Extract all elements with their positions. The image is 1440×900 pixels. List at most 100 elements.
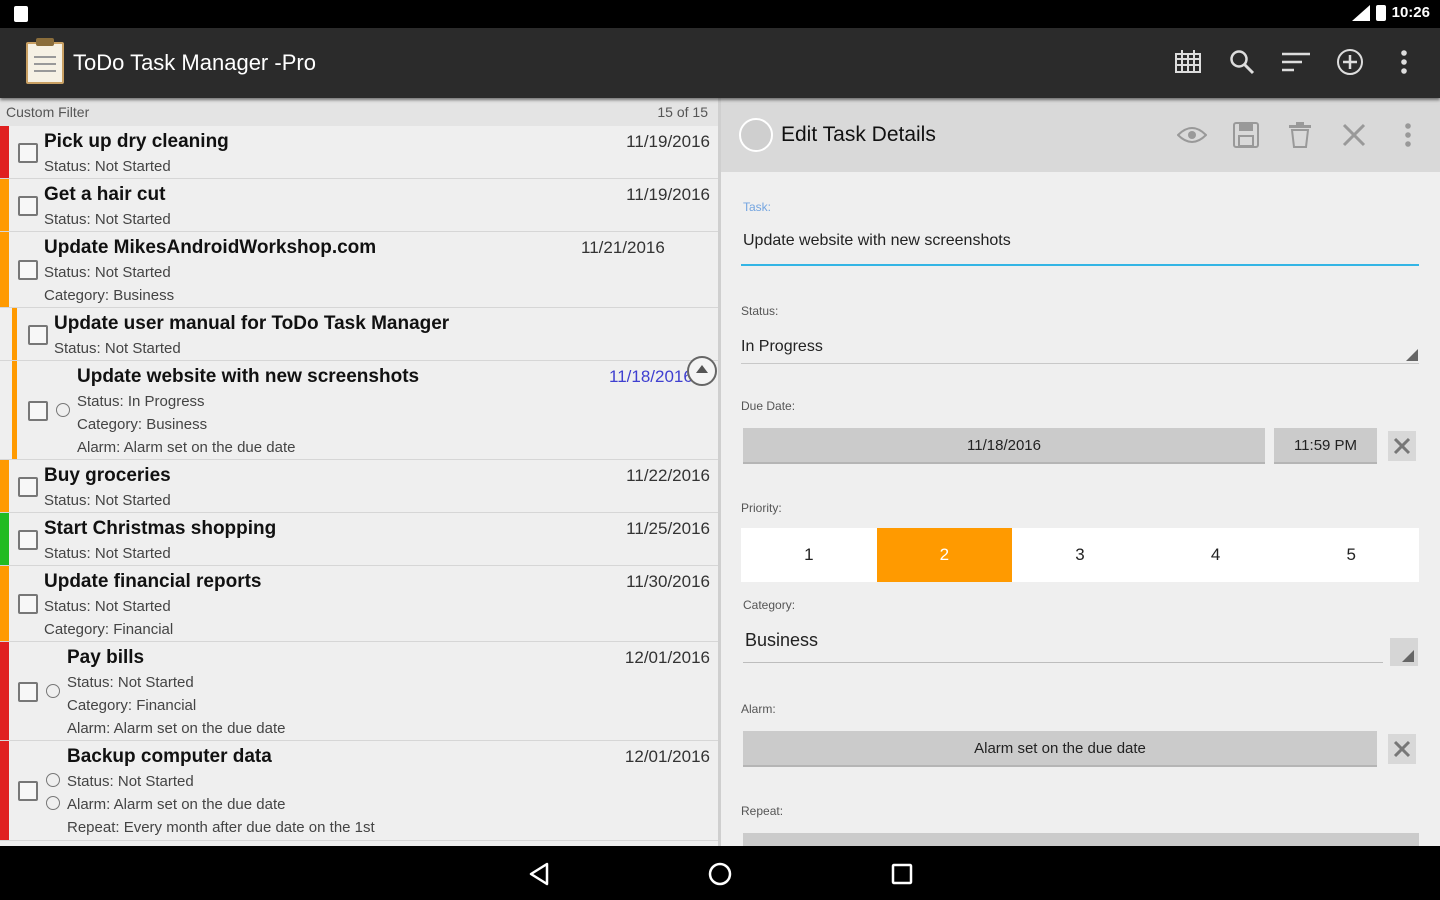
task-title: Backup computer data	[67, 746, 272, 767]
task-row[interactable]: Start Christmas shopping 11/25/2016 Stat…	[0, 513, 718, 566]
task-status: Status: Not Started	[44, 211, 171, 228]
task-title: Buy groceries	[44, 465, 171, 486]
task-checkbox[interactable]	[18, 781, 38, 801]
clear-alarm-icon[interactable]	[1388, 734, 1416, 764]
task-field-label: Task:	[743, 200, 772, 214]
task-alarm: Alarm: Alarm set on the due date	[67, 720, 286, 737]
collapse-subtasks-button[interactable]	[687, 356, 717, 386]
task-category: Category: Financial	[44, 621, 174, 638]
repeat-icon	[46, 773, 60, 787]
task-title: Pick up dry cleaning	[44, 131, 229, 152]
task-title: Update MikesAndroidWorkshop.com	[44, 237, 377, 258]
task-status: Status: Not Started	[44, 598, 171, 615]
due-time-button[interactable]: 11:59 PM	[1274, 428, 1377, 464]
filter-label: Custom Filter	[6, 104, 90, 120]
system-nav-bar	[0, 846, 1440, 900]
detail-title: Edit Task Details	[781, 123, 936, 146]
task-row[interactable]: Update MikesAndroidWorkshop.com 11/21/20…	[0, 232, 718, 308]
category-dropdown-button[interactable]	[1390, 638, 1418, 666]
task-repeat: Repeat: Every month after due date on th…	[67, 819, 375, 836]
calendar-grid-icon[interactable]	[1172, 46, 1204, 78]
task-row[interactable]: Buy groceries 11/22/2016 Status: Not Sta…	[0, 460, 718, 513]
task-checkbox[interactable]	[18, 477, 38, 497]
task-due-date: 11/25/2016	[626, 519, 710, 538]
priority-option-1[interactable]: 1	[741, 528, 877, 582]
status-underline	[741, 363, 1419, 364]
signal-icon	[1351, 4, 1370, 21]
app-title: ToDo Task Manager -Pro	[73, 50, 316, 75]
task-row[interactable]: Pick up dry cleaning 11/19/2016 Status: …	[0, 126, 718, 179]
task-checkbox[interactable]	[18, 196, 38, 216]
task-title: Pay bills	[67, 647, 145, 668]
add-icon[interactable]	[1334, 46, 1366, 78]
clock: 10:26	[1391, 4, 1430, 21]
task-alarm: Alarm: Alarm set on the due date	[67, 796, 286, 813]
due-date-label: Due Date:	[741, 399, 796, 413]
task-row[interactable]: Pay bills 12/01/2016 Status: Not Started…	[0, 642, 718, 741]
task-category: Category: Business	[44, 287, 175, 304]
repeat-button[interactable]	[743, 833, 1419, 846]
priority-option-5[interactable]: 5	[1283, 528, 1419, 582]
search-icon[interactable]	[1226, 46, 1258, 78]
status-spinner[interactable]: In Progress	[741, 338, 1419, 366]
task-count: 15 of 15	[657, 104, 708, 120]
clear-due-date-icon[interactable]	[1388, 431, 1416, 461]
priority-option-4[interactable]: 4	[1148, 528, 1284, 582]
close-icon[interactable]	[1338, 120, 1370, 150]
priority-bar	[0, 361, 9, 459]
task-title: Update financial reports	[44, 571, 262, 592]
priority-bar	[0, 308, 9, 360]
eye-icon[interactable]	[1176, 120, 1208, 150]
task-checkbox[interactable]	[18, 530, 38, 550]
priority-bar	[0, 566, 9, 641]
task-checkbox[interactable]	[18, 682, 38, 702]
filter-bar[interactable]: Custom Filter 15 of 15	[0, 98, 718, 126]
task-row[interactable]: Backup computer data 12/01/2016 Status: …	[0, 741, 718, 841]
dropdown-arrow-icon	[1406, 349, 1418, 361]
home-icon[interactable]	[706, 860, 734, 888]
dropdown-arrow-icon	[1402, 650, 1414, 662]
subtask-indent-bar	[12, 361, 17, 459]
task-row[interactable]: Get a hair cut 11/19/2016 Status: Not St…	[0, 179, 718, 232]
category-spinner[interactable]: Business	[745, 630, 1381, 658]
alarm-button[interactable]: Alarm set on the due date	[743, 731, 1377, 767]
task-checkbox[interactable]	[18, 260, 38, 280]
task-status: Status: Not Started	[67, 674, 194, 691]
task-status: Status: Not Started	[44, 492, 171, 509]
task-checkbox[interactable]	[28, 325, 48, 345]
overflow-menu-icon[interactable]	[1388, 46, 1420, 78]
priority-option-2[interactable]: 2	[876, 528, 1013, 582]
repeat-label: Repeat:	[741, 804, 784, 818]
task-row[interactable]: Update website with new screenshots 11/1…	[0, 361, 718, 460]
task-name-input[interactable]: Update website with new screenshots	[743, 232, 1419, 262]
back-icon[interactable]	[525, 860, 553, 888]
task-status: Status: Not Started	[44, 264, 171, 281]
priority-bar	[0, 232, 9, 307]
task-due-date: 11/18/2016	[609, 367, 693, 386]
battery-icon	[1375, 4, 1386, 21]
task-list-panel: Custom Filter 15 of 15 Pick up dry clean…	[0, 98, 718, 846]
task-checkbox[interactable]	[28, 401, 48, 421]
sort-icon[interactable]	[1280, 46, 1312, 78]
priority-option-3[interactable]: 3	[1012, 528, 1148, 582]
task-status: Status: Not Started	[54, 340, 181, 357]
task-checkbox[interactable]	[18, 143, 38, 163]
detail-header: Edit Task Details	[721, 98, 1440, 172]
task-row[interactable]: Update user manual for ToDo Task Manager…	[0, 308, 718, 361]
priority-bar	[0, 741, 9, 840]
task-due-date: 12/01/2016	[624, 747, 710, 766]
recents-icon[interactable]	[888, 860, 916, 888]
save-icon[interactable]	[1230, 120, 1262, 150]
overflow-menu-icon[interactable]	[1392, 120, 1424, 150]
priority-bar	[0, 642, 9, 740]
priority-bar	[0, 513, 9, 565]
task-checkbox[interactable]	[18, 594, 38, 614]
app-logo-icon[interactable]	[26, 38, 64, 84]
task-status: Status: Not Started	[67, 773, 194, 790]
task-alarm: Alarm: Alarm set on the due date	[77, 439, 296, 456]
delete-icon[interactable]	[1284, 120, 1316, 150]
due-date-button[interactable]: 11/18/2016	[743, 428, 1265, 464]
alarm-clock-icon	[46, 684, 60, 698]
task-row[interactable]: Update financial reports 11/30/2016 Stat…	[0, 566, 718, 642]
complete-task-toggle[interactable]	[739, 118, 773, 152]
